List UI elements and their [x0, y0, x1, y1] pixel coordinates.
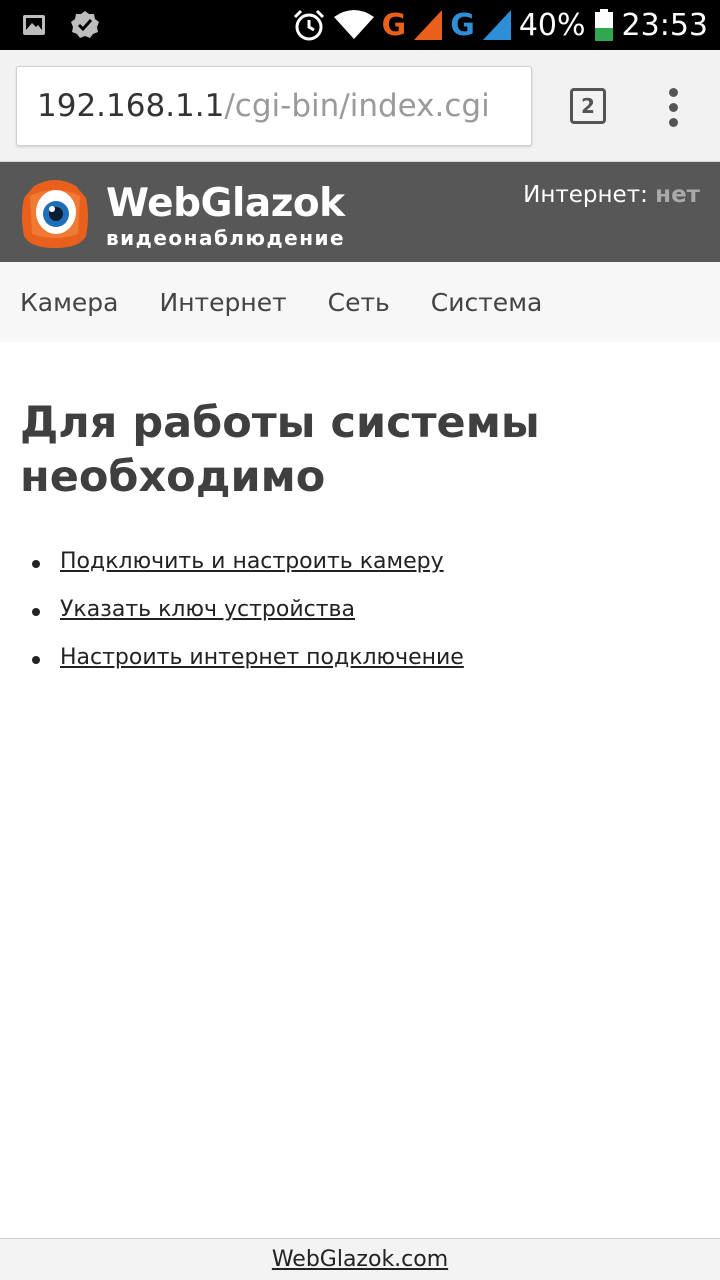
tab-switcher-button[interactable]: 2 [570, 88, 606, 124]
site-header: WebGlazok видеонаблюдение Интернет: нет [0, 162, 720, 262]
internet-status-value: нет [655, 182, 700, 208]
battery-icon [594, 9, 613, 41]
menu-dot-icon [669, 103, 678, 112]
check-badge-icon [71, 11, 99, 38]
bullet-icon [32, 656, 40, 664]
browser-menu-button[interactable] [664, 88, 684, 128]
brand: WebGlazok видеонаблюдение [106, 181, 346, 251]
status-bar-notifications [22, 10, 100, 40]
internet-status-label: Интернет: [523, 182, 648, 208]
alarm-icon [293, 9, 324, 41]
nav-item-network[interactable]: Сеть [328, 288, 390, 317]
connect-camera-link[interactable]: Подключить и настроить камеру [60, 549, 444, 574]
network-type-2: G [450, 7, 475, 43]
webglazok-logo-icon[interactable] [20, 176, 90, 250]
status-bar: G G 40% 23:53 [0, 0, 720, 50]
internet-setup-link[interactable]: Настроить интернет подключение [60, 645, 464, 670]
clock: 23:53 [621, 7, 708, 43]
setup-task-list: Подключить и настроить камеру Указать кл… [20, 542, 464, 686]
gallery-icon [23, 15, 45, 35]
bullet-icon [32, 560, 40, 568]
signal-icon-2 [482, 10, 511, 40]
footer-site-link[interactable]: WebGlazok.com [272, 1247, 448, 1272]
list-item: Указать ключ устройства [20, 590, 464, 638]
url-path: /cgi-bin/index.cgi [224, 88, 490, 124]
brand-tagline: видеонаблюдение [106, 226, 346, 250]
device-key-link[interactable]: Указать ключ устройства [60, 597, 355, 622]
network-type-1: G [381, 7, 407, 43]
brand-name: WebGlazok [106, 181, 345, 226]
bullet-icon [32, 608, 40, 616]
signal-icon-1 [414, 10, 443, 40]
list-item: Настроить интернет подключение [20, 638, 464, 686]
internet-status: Интернет: нет [523, 182, 700, 208]
status-bar-system: G G 40% 23:53 [292, 0, 708, 50]
url-host: 192.168.1.1 [37, 88, 225, 124]
list-item: Подключить и настроить камеру [20, 542, 464, 590]
battery-percent: 40% [518, 7, 586, 43]
page-footer: WebGlazok.com [0, 1238, 720, 1280]
menu-dot-icon [669, 88, 678, 97]
nav-item-internet[interactable]: Интернет [160, 288, 287, 317]
address-bar[interactable]: 192.168.1.1/cgi-bin/index.cgi [16, 66, 532, 146]
main-nav: Камера Интернет Сеть Система [0, 262, 720, 342]
browser-toolbar: 192.168.1.1/cgi-bin/index.cgi 2 [0, 50, 720, 162]
nav-item-camera[interactable]: Камера [20, 288, 119, 317]
tab-count: 2 [581, 94, 595, 118]
wifi-icon [333, 10, 374, 39]
nav-item-system[interactable]: Система [431, 288, 543, 317]
page-title: Для работы системы необходимо [20, 398, 540, 502]
menu-dot-icon [669, 118, 678, 127]
